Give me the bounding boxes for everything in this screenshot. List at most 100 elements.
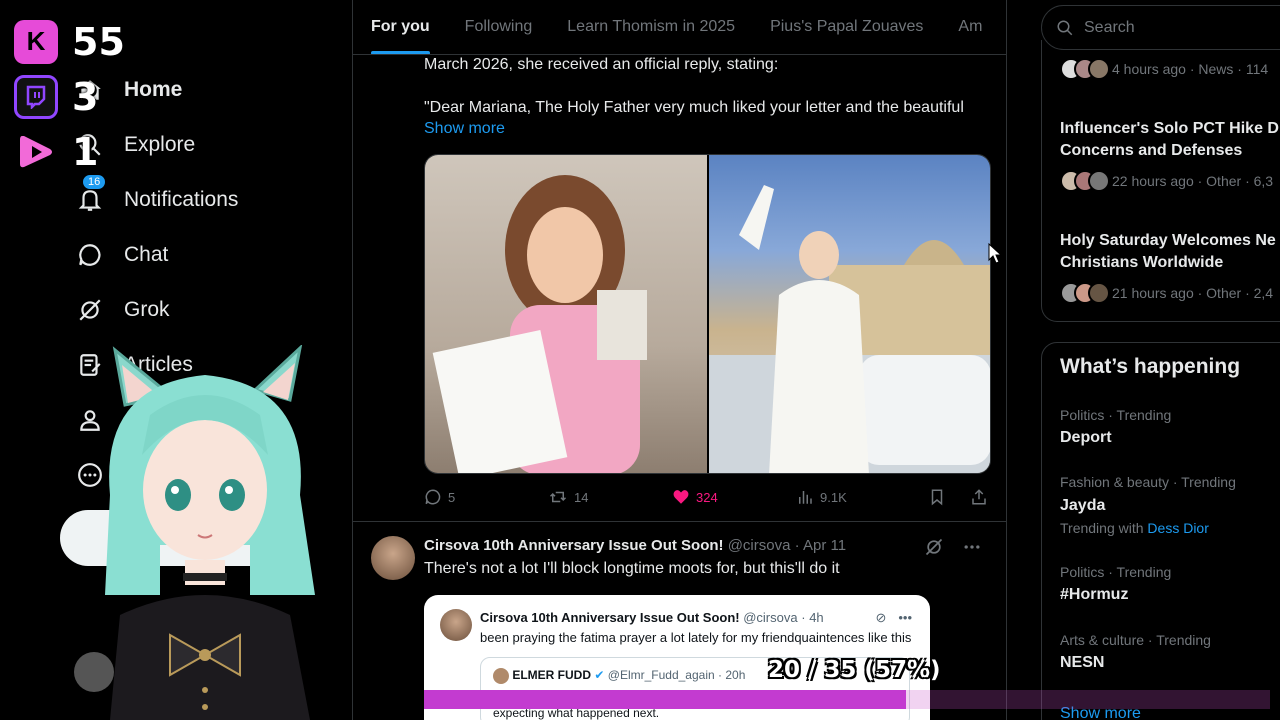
- mouse-cursor-icon: [988, 243, 1002, 264]
- trend-category: Politics · Trending: [1060, 564, 1172, 580]
- tab-papal-zouaves[interactable]: Pius's Papal Zouaves: [770, 0, 923, 54]
- tab-for-you[interactable]: For you: [371, 0, 430, 54]
- nav-chat[interactable]: Chat: [70, 227, 350, 282]
- repost-button[interactable]: 14: [548, 488, 672, 506]
- news-item-title[interactable]: Influencer's Solo PCT Hike D Concerns an…: [1060, 118, 1280, 162]
- rumble-count: 1: [72, 129, 99, 174]
- nav-explore-label: Explore: [124, 132, 196, 156]
- reply-count: 5: [448, 489, 456, 505]
- trend-name[interactable]: Jayda: [1060, 497, 1105, 515]
- grok-icon[interactable]: [924, 537, 944, 557]
- rumble-logo-icon: [14, 130, 58, 174]
- heart-icon: [673, 490, 689, 504]
- nested-quote-name: ELMER FUDD: [512, 668, 592, 683]
- screen: K 55 3 1 Home Explore 16 Notifications C…: [0, 0, 1280, 720]
- tweet-divider: [353, 521, 1006, 522]
- progress-bar-fill: [424, 690, 907, 709]
- bell-icon: 16: [70, 173, 110, 220]
- more-horizontal-icon: •••: [898, 610, 912, 625]
- kick-counter: K 55: [14, 14, 134, 69]
- whats-happening-panel: What’s happening Politics · Trending Dep…: [1041, 342, 1280, 720]
- quote-author-handle: @cirsova: [743, 610, 798, 625]
- bookmark-button[interactable]: [928, 488, 952, 506]
- tweet-text: There's not a lot I'll block longtime mo…: [424, 560, 840, 577]
- tweet-header: Cirsova 10th Anniversary Issue Out Soon!…: [424, 537, 846, 554]
- news-meta-text: 4 hours ago · News · 114: [1112, 61, 1269, 77]
- nested-quote-handle: @Elmr_Fudd_again: [607, 668, 715, 683]
- tweet-actions: 5 14 324 9.1K: [424, 485, 994, 509]
- nav-notifications[interactable]: 16 Notifications: [70, 172, 350, 227]
- tweet-date[interactable]: Apr 11: [803, 537, 846, 554]
- more-horizontal-icon[interactable]: [962, 537, 982, 557]
- search-icon: [1057, 20, 1073, 35]
- tweet-header-icons: [924, 537, 982, 557]
- search-placeholder: Search: [1084, 18, 1135, 36]
- nested-quote-time: 20h: [725, 668, 746, 683]
- cirsova-avatar[interactable]: [371, 536, 415, 580]
- twitch-count: 3: [72, 74, 99, 119]
- tab-learn-thomism[interactable]: Learn Thomism in 2025: [567, 0, 735, 54]
- kick-logo-icon: K: [14, 19, 58, 64]
- twitch-logo-icon: [14, 74, 58, 119]
- tweet-dot: ·: [794, 537, 800, 554]
- trend-name[interactable]: NESN: [1060, 654, 1104, 672]
- news-title-line: Christians Worldwide: [1060, 254, 1224, 271]
- vtuber-avatar-image: [105, 345, 315, 720]
- girl-with-letter-photo[interactable]: [425, 155, 707, 473]
- share-icon: [972, 489, 986, 505]
- news-item-meta[interactable]: 4 hours ago · News · 114: [1060, 58, 1268, 80]
- news-meta-text: 22 hours ago · Other · 6,3: [1112, 173, 1274, 189]
- news-item-meta: 22 hours ago · Other · 6,3: [1060, 170, 1273, 192]
- grok-icon: ⊘: [875, 610, 887, 625]
- trend-with-prefix: Trending with: [1060, 520, 1144, 536]
- nested-quote-header: ELMER FUDD ✔ @Elmr_Fudd_again · 20h: [493, 668, 745, 684]
- whats-happening-title: What’s happening: [1060, 355, 1241, 378]
- quote-text: been praying the fatima prayer a lot lat…: [480, 630, 912, 645]
- like-button[interactable]: 324: [672, 488, 796, 506]
- trend-category: Politics · Trending: [1060, 407, 1172, 423]
- repost-count: 14: [574, 489, 589, 505]
- views-button[interactable]: 9.1K: [796, 488, 922, 506]
- stream-viewer-counters: K 55 3 1: [14, 14, 134, 179]
- quote-dot: ·: [801, 610, 806, 625]
- news-item-title[interactable]: Holy Saturday Welcomes Ne Christians Wor…: [1060, 230, 1280, 274]
- news-avatars: [1060, 170, 1110, 192]
- tab-truncated[interactable]: Am: [958, 0, 982, 54]
- quote-author-name: Cirsova 10th Anniversary Issue Out Soon!: [480, 610, 740, 625]
- tweet-media[interactable]: [424, 154, 991, 474]
- quote-header: Cirsova 10th Anniversary Issue Out Soon!…: [480, 610, 824, 625]
- kick-count: 55: [72, 19, 125, 64]
- pope-waving-photo[interactable]: [709, 155, 990, 473]
- news-title-line: Influencer's Solo PCT Hike D: [1060, 120, 1279, 137]
- trend-with-link[interactable]: Dess Dior: [1147, 520, 1208, 536]
- rumble-counter: 1: [14, 124, 134, 179]
- nav-notifications-label: Notifications: [124, 187, 239, 211]
- nav-grok-label: Grok: [124, 297, 170, 321]
- author-handle[interactable]: @cirsova: [728, 537, 791, 554]
- timeline-column: For you Following Learn Thomism in 2025 …: [352, 0, 1007, 720]
- timeline-tabs: For you Following Learn Thomism in 2025 …: [353, 0, 1006, 55]
- news-avatars: [1060, 58, 1110, 80]
- tab-following[interactable]: Following: [465, 0, 533, 54]
- quote-avatar: [440, 609, 472, 641]
- nested-quote-avatar: [493, 668, 509, 684]
- news-panel: 4 hours ago · News · 114 Influencer's So…: [1041, 40, 1280, 322]
- quote-time: 4h: [809, 610, 824, 625]
- news-title-line: Holy Saturday Welcomes Ne: [1060, 232, 1276, 249]
- show-more-link[interactable]: Show more: [424, 120, 505, 138]
- chat-icon: [70, 235, 110, 275]
- news-avatars: [1060, 282, 1110, 304]
- tweet-text-line: "Dear Mariana, The Holy Father very much…: [424, 99, 964, 116]
- quote-icons: ⊘ •••: [875, 610, 912, 626]
- bookmark-icon: [931, 489, 943, 506]
- nested-quote-dot: ·: [718, 668, 723, 683]
- author-name[interactable]: Cirsova 10th Anniversary Issue Out Soon!: [424, 537, 724, 554]
- share-button[interactable]: [970, 488, 994, 506]
- nav-grok[interactable]: Grok: [70, 282, 350, 337]
- trend-category: Arts & culture · Trending: [1060, 632, 1211, 648]
- trend-name[interactable]: Deport: [1060, 429, 1112, 447]
- trend-name[interactable]: #Hormuz: [1060, 586, 1128, 604]
- repost-icon: [549, 491, 567, 503]
- reply-button[interactable]: 5: [424, 488, 548, 506]
- news-item-meta: 21 hours ago · Other · 2,4: [1060, 282, 1273, 304]
